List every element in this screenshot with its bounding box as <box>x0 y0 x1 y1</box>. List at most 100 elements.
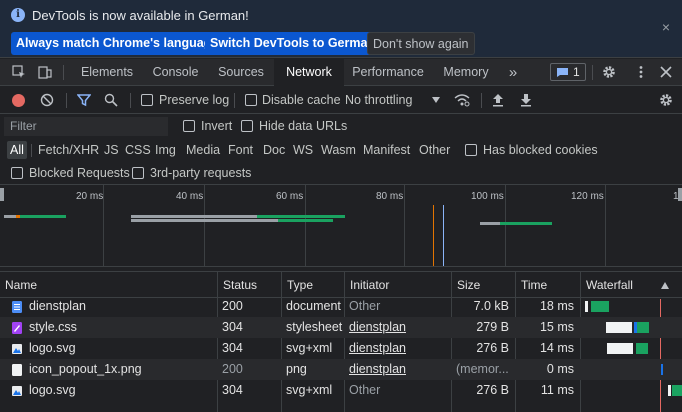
disable-cache-checkbox[interactable] <box>245 94 257 106</box>
table-row[interactable]: logo.svg 304 svg+xml dienstplan 276 B 14… <box>0 338 682 359</box>
issues-badge[interactable]: 1 <box>550 63 586 81</box>
request-size: 276 B <box>476 383 509 397</box>
type-filter-all[interactable]: All <box>7 141 27 159</box>
request-size: 279 B <box>476 320 509 334</box>
type-filter-other[interactable]: Other <box>416 141 453 159</box>
request-name[interactable]: style.css <box>24 317 214 338</box>
column-header-size[interactable]: Size <box>451 272 515 299</box>
clear-icon[interactable] <box>40 93 54 107</box>
filter-icon[interactable] <box>77 93 91 107</box>
sort-ascending-icon[interactable] <box>661 282 669 289</box>
waterfall-bar-download <box>636 343 648 354</box>
column-header-status[interactable]: Status <box>217 272 281 299</box>
request-type: svg+xml <box>286 341 333 355</box>
table-row[interactable]: icon_popout_1x.png 200 png dienstplan (m… <box>0 359 682 380</box>
request-initiator[interactable]: dienstplan <box>344 338 451 359</box>
overview-handle-right[interactable] <box>678 188 682 201</box>
type-filter-manifest[interactable]: Manifest <box>360 141 413 159</box>
tab-performance[interactable]: Performance <box>345 59 431 86</box>
has-blocked-cookies-checkbox[interactable] <box>465 144 477 156</box>
tab-console[interactable]: Console <box>143 59 208 86</box>
type-filter-ws[interactable]: WS <box>290 141 316 159</box>
preserve-log-checkbox[interactable] <box>141 94 153 106</box>
issues-count: 1 <box>573 65 580 79</box>
type-filter-font[interactable]: Font <box>225 141 256 159</box>
filter-input[interactable]: Filter <box>4 117 168 136</box>
blocked-requests-checkbox[interactable] <box>11 167 23 179</box>
import-har-icon[interactable] <box>492 93 504 107</box>
overview-handle-left[interactable] <box>0 188 4 201</box>
device-toolbar-icon[interactable] <box>38 65 52 79</box>
preserve-log-label: Preserve log <box>159 93 230 107</box>
type-filter-media[interactable]: Media <box>183 141 223 159</box>
waterfall-bar-waiting <box>607 343 633 354</box>
search-icon[interactable] <box>104 93 118 107</box>
request-type: document <box>286 299 341 313</box>
request-status: 200 <box>222 362 243 376</box>
type-filter-fetch-xhr[interactable]: Fetch/XHR <box>35 141 102 159</box>
settings-gear-icon[interactable] <box>602 65 616 79</box>
column-header-name[interactable]: Name <box>0 272 217 299</box>
column-header-initiator[interactable]: Initiator <box>344 272 451 299</box>
toolbar-separator <box>234 93 235 108</box>
network-conditions-icon[interactable] <box>454 93 470 107</box>
third-party-requests-checkbox[interactable] <box>132 167 144 179</box>
overview-tick: 60 ms <box>276 191 304 202</box>
request-status: 304 <box>222 320 243 334</box>
close-devtools-icon[interactable] <box>659 65 673 79</box>
image-icon <box>12 386 22 396</box>
always-match-language-button[interactable]: Always match Chrome's language <box>11 32 224 55</box>
tab-memory[interactable]: Memory <box>432 59 500 86</box>
inspect-element-icon[interactable] <box>12 65 26 79</box>
issues-icon <box>557 68 568 77</box>
type-filter-img[interactable]: Img <box>152 141 179 159</box>
request-time: 11 ms <box>540 383 574 397</box>
type-filter-js[interactable]: JS <box>101 141 122 159</box>
network-settings-gear-icon[interactable] <box>659 93 673 107</box>
request-name[interactable]: dienstplan <box>24 296 214 317</box>
invert-checkbox[interactable] <box>183 120 195 132</box>
table-row[interactable]: logo.svg 304 svg+xml Other 276 B 11 ms <box>0 380 682 401</box>
more-options-icon[interactable] <box>634 65 648 79</box>
export-har-icon[interactable] <box>520 93 532 107</box>
tab-network[interactable]: Network <box>274 59 344 86</box>
request-initiator[interactable]: dienstplan <box>344 317 451 338</box>
image-icon <box>12 364 22 376</box>
tab-sources[interactable]: Sources <box>209 59 273 86</box>
table-row[interactable]: style.css 304 stylesheet dienstplan 279 … <box>0 317 682 338</box>
type-filter-css[interactable]: CSS <box>122 141 154 159</box>
record-icon[interactable] <box>12 94 25 107</box>
type-filter-doc[interactable]: Doc <box>260 141 288 159</box>
throttling-select[interactable]: No throttling <box>345 93 412 107</box>
language-infobar: i DevTools is now available in German! ×… <box>0 0 682 58</box>
toolbar-separator <box>481 93 482 108</box>
overview-request-bar <box>20 215 66 218</box>
type-filter-wasm[interactable]: Wasm <box>318 141 359 159</box>
request-name[interactable]: icon_popout_1x.png <box>24 359 214 380</box>
overview-request-bar <box>480 222 500 225</box>
request-time: 0 ms <box>546 362 574 376</box>
chevron-down-icon[interactable] <box>432 97 440 103</box>
request-size: 7.0 kB <box>473 299 509 313</box>
load-event-marker <box>443 205 444 266</box>
hide-data-urls-checkbox[interactable] <box>241 120 253 132</box>
request-initiator[interactable]: dienstplan <box>344 359 451 380</box>
dom-content-loaded-marker <box>433 205 434 266</box>
switch-to-german-button[interactable]: Switch DevTools to German <box>205 32 381 55</box>
close-icon[interactable]: × <box>662 20 670 34</box>
tab-separator <box>592 65 593 80</box>
waterfall-bar-cached <box>661 364 663 375</box>
timeline-overview[interactable]: 20 ms 40 ms 60 ms 80 ms 100 ms 120 ms 1 <box>0 185 682 267</box>
column-header-time[interactable]: Time <box>515 272 580 299</box>
more-tabs-button[interactable]: » <box>502 59 524 86</box>
dont-show-again-button[interactable]: Don't show again <box>367 32 475 55</box>
request-name[interactable]: logo.svg <box>24 380 214 401</box>
invert-label: Invert <box>201 119 233 133</box>
request-type: stylesheet <box>286 320 343 334</box>
toolbar-separator <box>130 93 131 108</box>
table-row[interactable]: dienstplan 200 document Other 7.0 kB 18 … <box>0 296 682 317</box>
column-header-type[interactable]: Type <box>281 272 344 299</box>
request-name[interactable]: logo.svg <box>24 338 214 359</box>
tab-elements[interactable]: Elements <box>72 59 142 86</box>
overview-request-bar <box>131 215 257 218</box>
